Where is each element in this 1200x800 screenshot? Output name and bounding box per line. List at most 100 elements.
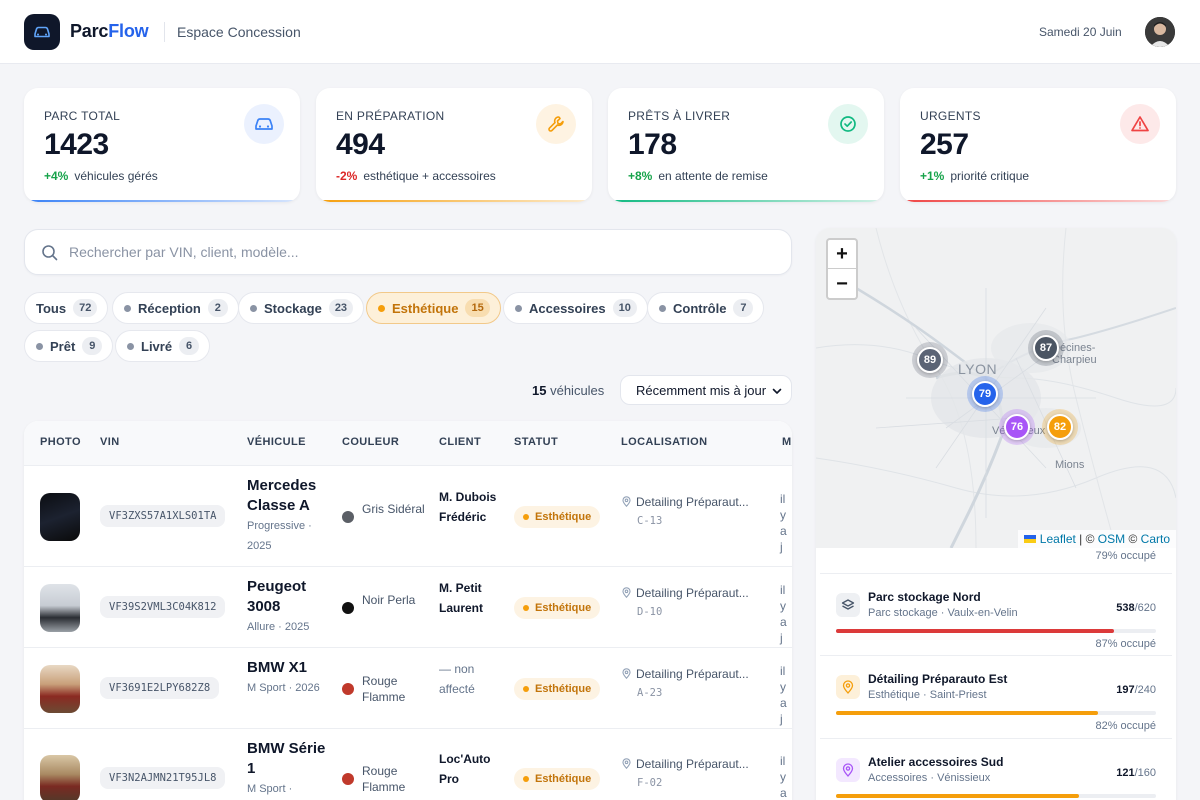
leaflet-link[interactable]: Leaflet [1040, 532, 1076, 546]
status-dot [523, 513, 529, 520]
status-dot [378, 304, 385, 312]
table-row[interactable]: VF3ZXS57A1XLS01TA Mercedes Classe A Prog… [24, 466, 792, 567]
column-header[interactable]: LOCALISATION [621, 436, 707, 448]
kpi-card[interactable]: PRÊTS À LIVRER 178 +8% en attente de remi… [608, 88, 884, 202]
filter-chip-accessoires[interactable]: Accessoires 10 [503, 292, 648, 324]
map-cluster-marker[interactable]: 79 [967, 376, 1003, 412]
location-name[interactable]: Detailing Préparaut... [621, 495, 749, 509]
vehicle-model[interactable]: Mercedes Classe A [247, 476, 327, 516]
app-logo[interactable] [24, 14, 60, 50]
vin-code[interactable]: VF3N2AJMN21T95JL8 [100, 767, 226, 789]
map-cluster-marker[interactable]: 89 [912, 342, 948, 378]
kpi-footer: +4% véhicules gérés [44, 169, 158, 183]
header-subtitle: Espace Concession [177, 24, 301, 40]
location-code: D-10 [637, 605, 663, 618]
filter-chip-livré[interactable]: Livré 6 [115, 330, 211, 362]
car-photo [40, 492, 80, 541]
filter-chip-count: 15 [465, 299, 490, 317]
brand-name: ParcFlow [70, 21, 149, 42]
location-name[interactable]: Detailing Préparaut... [621, 586, 749, 600]
column-header[interactable]: CLIENT [439, 436, 481, 448]
cluster-count: 79 [972, 381, 998, 407]
site-used: 121 [1116, 767, 1135, 779]
site-name: Détailing Préparauto Est [868, 672, 1008, 686]
vin-code[interactable]: VF39S2VML3C04K812 [100, 595, 226, 618]
location-name[interactable]: Detailing Préparaut... [621, 667, 749, 681]
kpi-card[interactable]: URGENTS 257 +1% priorité critique [900, 88, 1176, 202]
filter-chip-prêt[interactable]: Prêt 9 [24, 330, 114, 362]
carto-link[interactable]: Carto [1141, 532, 1170, 546]
kpi-card[interactable]: PARC TOTAL 1423 +4% véhicules gérés [24, 88, 300, 202]
search-bar[interactable] [24, 229, 792, 275]
column-header[interactable]: PHOTO [40, 436, 81, 448]
site-occupancy: 87% occupé [1095, 638, 1156, 650]
sort-select[interactable]: Récemment mis à jour [620, 375, 792, 405]
color-name: Rouge Flamme [362, 673, 406, 704]
kpi-label: EN PRÉPARATION [336, 109, 445, 123]
vin-cell: VF3N2AJMN21T95JL8 [100, 767, 226, 789]
filter-chip-count: 9 [82, 337, 103, 355]
table-row[interactable]: VF3691E2LPY682Z8 BMW X1 M Sport · 2026 R… [24, 648, 792, 729]
site-card[interactable]: Atelier accessoires Sud Accessoires · Vé… [820, 738, 1172, 800]
location-code: A-23 [637, 686, 663, 699]
client-name[interactable]: M. Petit Laurent [439, 578, 501, 618]
kpi-accent-bar [608, 200, 884, 202]
status-dot [250, 304, 257, 312]
client-name[interactable]: — non affecté [439, 659, 501, 699]
vehicle-model[interactable]: Peugeot 3008 [247, 577, 327, 617]
color-cell: Noir Perla [342, 592, 432, 626]
map[interactable]: LYON Vénissieux Mions Décines-Charpieu 8… [816, 228, 1176, 548]
vehicle-model[interactable]: BMW X1 [247, 658, 327, 678]
zoom-out-button[interactable]: − [828, 269, 856, 298]
last-updated: il y a j [780, 582, 787, 645]
chevron-down-icon [772, 388, 782, 394]
vin-code[interactable]: VF3691E2LPY682Z8 [100, 676, 220, 699]
column-header[interactable]: M [782, 436, 792, 448]
cluster-count: 76 [1004, 414, 1030, 440]
filter-chip-tous[interactable]: Tous 72 [24, 292, 109, 324]
last-updated: il y a [780, 754, 787, 800]
filter-chip-label: Accessoires [529, 300, 606, 316]
osm-link[interactable]: OSM [1098, 532, 1125, 546]
vehicle-cell: BMW Série 1 M Sport · [247, 739, 327, 799]
site-occupancy: 79% occupé [1095, 550, 1156, 562]
zoom-in-button[interactable]: + [828, 240, 856, 269]
table-row[interactable]: VF39S2VML3C04K812 Peugeot 3008 Allure · … [24, 567, 792, 648]
status-label: Esthétique [535, 773, 592, 785]
map-cluster-marker[interactable]: 87 [1028, 330, 1064, 366]
cluster-count: 87 [1033, 335, 1059, 361]
kpi-card[interactable]: EN PRÉPARATION 494 -2% esthétique + acces… [316, 88, 592, 202]
status-label: Esthétique [535, 682, 592, 695]
column-header[interactable]: COULEUR [342, 436, 399, 448]
top-bar: ParcFlow Espace Concession Samedi 20 Jui… [0, 0, 1200, 64]
map-pin-icon [836, 675, 860, 699]
capacity-bar [836, 629, 1156, 633]
map-cluster-marker[interactable]: 76 [999, 409, 1035, 445]
kpi-value: 1423 [44, 128, 109, 161]
table-row[interactable]: VF3N2AJMN21T95JL8 BMW Série 1 M Sport · … [24, 729, 792, 800]
column-header[interactable]: VÉHICULE [247, 436, 306, 448]
map-cluster-marker[interactable]: 82 [1042, 409, 1078, 445]
site-used: 197 [1116, 684, 1135, 696]
location-name[interactable]: Detailing Préparaut... [621, 757, 749, 771]
column-header[interactable]: VIN [100, 436, 120, 448]
vin-code[interactable]: VF3ZXS57A1XLS01TA [100, 504, 226, 527]
layers-icon [836, 593, 860, 617]
site-card[interactable]: Détailing Préparauto Est Esthétique · Sa… [820, 655, 1172, 739]
search-input[interactable] [69, 238, 769, 266]
column-header[interactable]: STATUT [514, 436, 558, 448]
site-card[interactable]: Parc stockage Nord Parc stockage · Vaulx… [820, 573, 1172, 657]
site-capacity: 197/240 [1116, 684, 1156, 696]
user-avatar[interactable] [1145, 17, 1175, 47]
client-name[interactable]: Loc'Auto Pro [439, 749, 501, 789]
filter-chip-contrôle[interactable]: Contrôle 7 [647, 292, 765, 324]
filter-chip-esthétique[interactable]: Esthétique 15 [366, 292, 501, 324]
last-updated: il y a j [780, 491, 787, 554]
filter-chip-réception[interactable]: Réception 2 [112, 292, 239, 324]
color-swatch [342, 601, 354, 614]
results-count-label: véhicules [550, 383, 605, 398]
avatar-image [1145, 17, 1175, 47]
vehicle-model[interactable]: BMW Série 1 [247, 739, 327, 779]
filter-chip-stockage[interactable]: Stockage 23 [238, 292, 365, 324]
client-name[interactable]: M. Dubois Frédéric [439, 487, 501, 527]
